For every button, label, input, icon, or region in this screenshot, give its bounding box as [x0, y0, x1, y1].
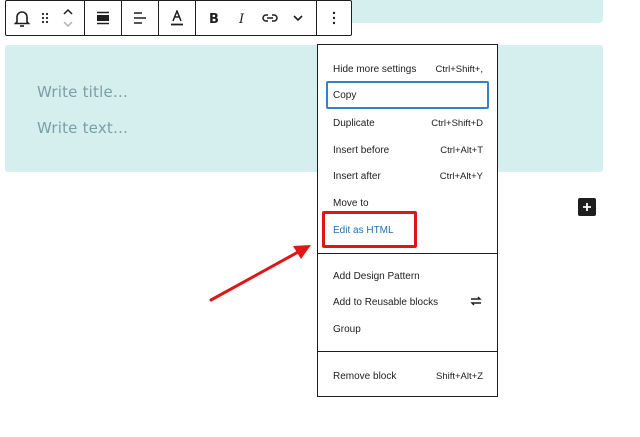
- annotation-arrow: [209, 245, 311, 302]
